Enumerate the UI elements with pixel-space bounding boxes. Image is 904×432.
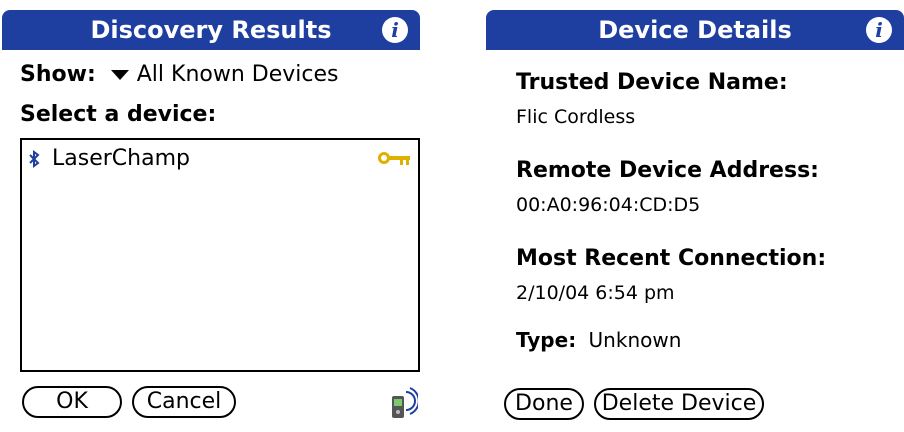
recent-connection-label: Most Recent Connection: [516, 246, 827, 271]
delete-device-button[interactable]: Delete Device [594, 388, 764, 420]
address-value: 00:A0:96:04:CD:D5 [516, 194, 701, 216]
info-icon[interactable]: i [866, 17, 892, 43]
show-label: Show: [20, 62, 96, 87]
trusted-name-label: Trusted Device Name: [516, 70, 788, 95]
screen-title: Discovery Results [90, 16, 332, 44]
device-list-item[interactable]: LaserChamp [22, 146, 418, 174]
screen-title: Device Details [598, 16, 792, 44]
cancel-button[interactable]: Cancel [132, 386, 236, 418]
title-bar: Device Details i [486, 10, 904, 50]
info-icon[interactable]: i [382, 17, 408, 43]
type-label: Type: [516, 328, 577, 352]
key-icon [378, 152, 410, 165]
trusted-name-value: Flic Cordless [516, 106, 636, 128]
wireless-device-icon[interactable] [388, 386, 418, 422]
ok-button[interactable]: OK [22, 386, 122, 418]
title-bar: Discovery Results i [2, 10, 420, 50]
type-row: Type: Unknown [516, 328, 681, 352]
device-list[interactable]: LaserChamp [20, 138, 420, 372]
discovery-results-screen: Discovery Results i Show: All Known Devi… [2, 0, 420, 432]
show-row: Show: All Known Devices [20, 62, 338, 87]
dropdown-arrow-icon [110, 70, 129, 80]
address-label: Remote Device Address: [516, 158, 819, 183]
device-details-screen: Device Details i Trusted Device Name: Fl… [486, 0, 904, 432]
done-button[interactable]: Done [504, 388, 584, 420]
recent-connection-value: 2/10/04 6:54 pm [516, 282, 675, 304]
bluetooth-icon [29, 150, 40, 168]
show-dropdown[interactable]: All Known Devices [110, 62, 339, 87]
device-name: LaserChamp [52, 146, 190, 171]
select-device-label: Select a device: [20, 102, 217, 127]
show-dropdown-value: All Known Devices [136, 62, 339, 87]
type-value: Unknown [588, 328, 682, 352]
